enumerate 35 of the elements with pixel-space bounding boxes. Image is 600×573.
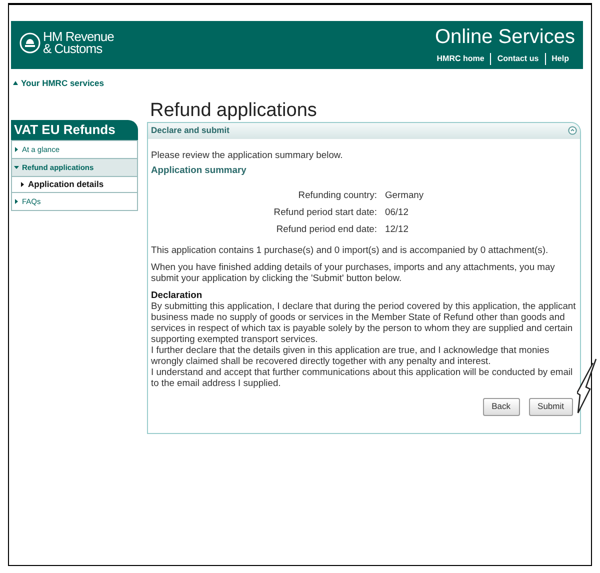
form-button[interactable]: Back xyxy=(482,398,520,416)
field-value: Germany xyxy=(385,188,425,200)
crest-logo-icon xyxy=(19,32,41,54)
right-triangle-icon xyxy=(14,198,19,204)
header-link[interactable]: HMRC home xyxy=(430,53,490,65)
sidebar-item[interactable]: Application details xyxy=(12,176,137,192)
right-triangle-icon xyxy=(14,146,19,152)
section-heading: Application summary xyxy=(151,164,248,175)
down-triangle-icon xyxy=(14,164,19,170)
logo-text: & Customs xyxy=(43,43,102,55)
instructions-text: When you have finished adding details of your purchases, imports and any attachments, you may submit your application by clicking the 'Submit' button below. xyxy=(151,260,556,283)
declaration-text: I understand and accept that further communications about this application will be conducted by email to the email address I supplied. xyxy=(151,366,574,388)
pointer-arrow-drawing xyxy=(577,357,597,415)
header-link[interactable]: Help xyxy=(544,53,575,65)
panel-title: Declare and submit xyxy=(151,124,230,138)
header-link[interactable]: Contact us xyxy=(490,53,545,65)
declaration-text: By submitting this application, I declare that during the period covered by this application, the applicant business made no supply of goods or services in the Member State of Refund other than goods and services in respect of which tax is payable solely by the person to whom they are supplied and certain supporting exempted transport services. xyxy=(151,300,577,344)
declaration-text: I further declare that the details given in this application are true, and I acknowledge that monies wrongly claimed shall be recovered directly together with any penalty and interest. xyxy=(151,344,550,366)
your-services-link[interactable]: Your HMRC services xyxy=(21,77,104,90)
right-triangle-icon xyxy=(20,182,25,187)
page-title: Refund applications xyxy=(150,100,318,122)
logo-text: HM Revenue xyxy=(43,31,114,43)
sidebar-title: VAT EU Refunds xyxy=(11,120,138,140)
contents-text: This application contains 1 purchase(s) and 0 import(s) and is accompanied by 0 attachment(s). xyxy=(151,244,550,255)
form-button[interactable]: Submit xyxy=(528,398,573,416)
field-value: 12/12 xyxy=(385,222,410,234)
intro-text: Please review the application summary below. xyxy=(151,148,344,160)
field-label: Refunding country: xyxy=(297,188,377,200)
field-label: Refund period end date: xyxy=(275,222,377,234)
up-triangle-icon xyxy=(13,81,18,86)
field-label: Refund period start date: xyxy=(272,206,377,217)
collapse-icon[interactable] xyxy=(568,126,577,136)
field-value: 06/12 xyxy=(385,206,410,217)
site-title: Online Services xyxy=(434,25,575,49)
declaration-heading: Declaration xyxy=(151,288,204,300)
